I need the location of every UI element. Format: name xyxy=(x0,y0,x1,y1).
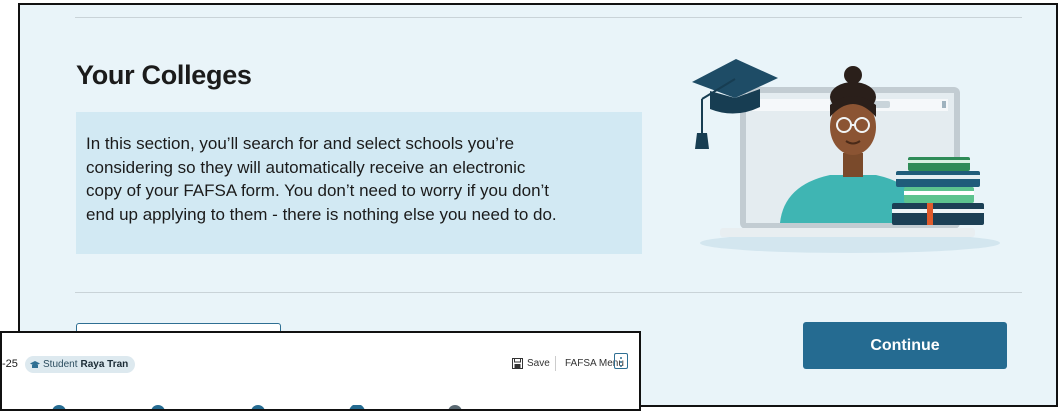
info-line: end up applying to them - there is nothi… xyxy=(86,204,557,224)
continue-button[interactable]: Continue xyxy=(803,322,1007,369)
progress-stepper xyxy=(52,405,462,409)
info-line: In this section, you’ll search for and s… xyxy=(86,134,515,153)
progress-check-icon xyxy=(151,405,165,409)
kebab-menu-icon[interactable] xyxy=(614,353,628,369)
fafsa-header-inset: -25 Student Raya Tran Save FAFSA Menu xyxy=(0,331,641,411)
page-title: Your Colleges xyxy=(76,60,252,90)
info-box: In this section, you’ll search for and s… xyxy=(76,112,642,254)
progress-upcoming-step xyxy=(448,405,462,409)
graduation-student-illustration xyxy=(692,59,1000,253)
student-name: Raya Tran xyxy=(80,359,129,370)
student-badge: Student Raya Tran xyxy=(25,356,136,373)
aid-year-label: -25 xyxy=(2,358,18,370)
header-separator xyxy=(555,356,556,371)
role-label: Student xyxy=(43,359,78,370)
save-icon xyxy=(512,358,523,369)
top-divider xyxy=(75,17,1022,18)
info-line: considering so they will automatically r… xyxy=(86,157,526,177)
save-button[interactable]: Save xyxy=(512,358,550,369)
section-divider xyxy=(75,292,1022,293)
save-label: Save xyxy=(527,358,550,369)
progress-check-icon xyxy=(52,405,66,409)
student-icon xyxy=(30,360,40,368)
progress-check-icon xyxy=(251,405,265,409)
info-line: copy of your FAFSA form. You don’t need … xyxy=(86,181,550,200)
progress-current-step xyxy=(349,405,365,409)
